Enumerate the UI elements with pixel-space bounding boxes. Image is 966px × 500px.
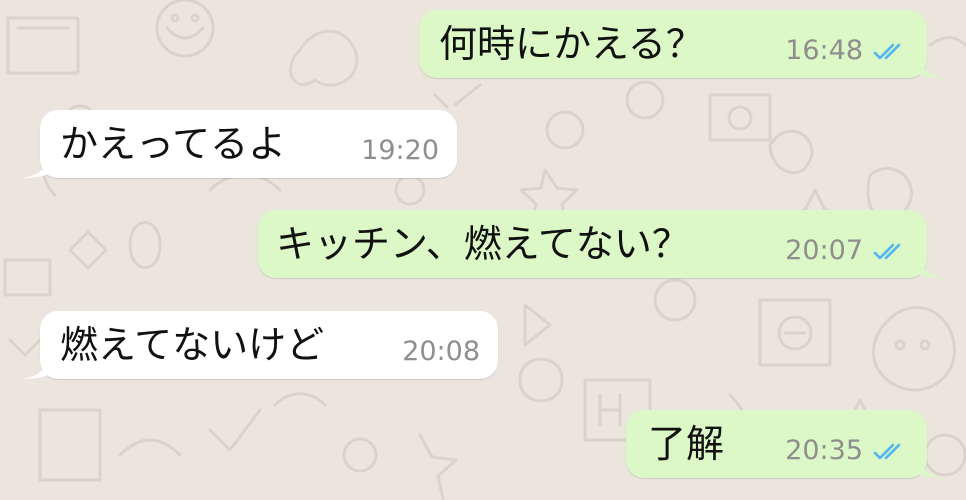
message-meta: 20:35	[785, 437, 909, 464]
bubble-tail	[919, 456, 945, 478]
double-check-icon	[873, 243, 901, 259]
bubble-tail	[919, 56, 945, 78]
message-text: 了解	[648, 422, 725, 466]
message-meta: 19:20	[361, 137, 439, 164]
message-time: 20:35	[785, 435, 863, 466]
message-time: 20:07	[785, 235, 863, 266]
bubble-tail	[22, 156, 48, 178]
message-text: キッチン、燃えてない？	[276, 222, 690, 266]
double-check-icon	[873, 43, 901, 59]
message-list: 何時にかえる？ 16:48 かえってるよ 19:20 キッチン、燃えてない？ 2…	[0, 0, 966, 500]
bubble-tail	[919, 256, 945, 278]
message-time: 20:08	[402, 336, 480, 367]
message-bubble-incoming[interactable]: かえってるよ 19:20	[22, 110, 457, 178]
message-bubble-incoming[interactable]: 燃えてないけど 20:08	[22, 311, 498, 379]
message-meta: 16:48	[785, 37, 909, 64]
message-time: 19:20	[361, 135, 439, 166]
message-bubble-outgoing[interactable]: 了解 20:35	[626, 410, 945, 478]
message-bubble-outgoing[interactable]: 何時にかえる？ 16:48	[419, 10, 945, 78]
bubble-tail	[22, 357, 48, 379]
message-time: 16:48	[785, 35, 863, 66]
double-check-icon	[873, 443, 901, 459]
message-meta: 20:07	[785, 237, 909, 264]
message-text: 何時にかえる？	[439, 22, 704, 66]
message-text: 燃えてないけど	[60, 323, 325, 367]
message-text: かえってるよ	[60, 122, 287, 166]
message-bubble-outgoing[interactable]: キッチン、燃えてない？ 20:07	[258, 210, 945, 278]
message-meta: 20:08	[402, 338, 480, 365]
